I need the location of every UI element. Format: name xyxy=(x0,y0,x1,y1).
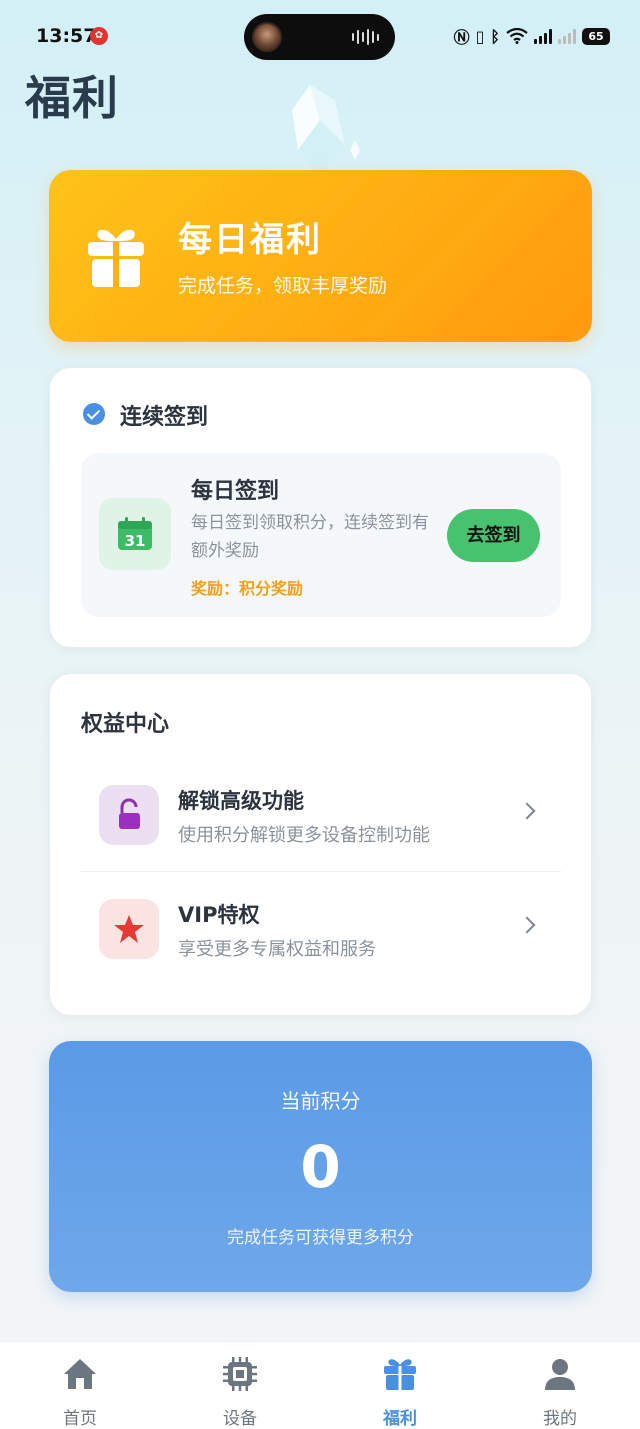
banner-subtitle: 完成任务，领取丰厚奖励 xyxy=(178,275,388,297)
checkin-section-title: 连续签到 xyxy=(120,405,209,430)
check-circle-icon xyxy=(83,403,105,425)
rights-section-title: 权益中心 xyxy=(81,712,170,737)
list-item-desc: 享受更多专属权益和服务 xyxy=(178,939,376,960)
dynamic-island[interactable] xyxy=(244,14,395,60)
nfc-icon: Ⓝ xyxy=(453,28,470,47)
page-title: 福利 xyxy=(25,71,119,125)
calendar-day: 31 xyxy=(125,532,146,550)
points-value: 0 xyxy=(300,1133,341,1201)
cellular-signal-2-icon xyxy=(558,28,576,44)
battery-indicator: 65 xyxy=(582,27,610,45)
list-item-desc: 使用积分解锁更多设备控制功能 xyxy=(178,825,430,846)
tab-label: 设备 xyxy=(223,1409,257,1429)
tab-devices[interactable]: 设备 xyxy=(160,1342,320,1429)
banner-title: 每日福利 xyxy=(178,220,322,260)
checkin-item-desc: 每日签到领取积分，连续签到有额外奖励 xyxy=(191,513,429,561)
lock-icon xyxy=(119,798,140,829)
chip-icon xyxy=(223,1357,257,1391)
list-item-vip[interactable]: VIP特权 享受更多专属权益和服务 xyxy=(81,872,561,986)
bluetooth-icon: ᛒ xyxy=(490,26,500,46)
status-time: 13:57 xyxy=(36,25,97,47)
star-icon xyxy=(114,915,144,943)
daily-checkin-item: 31 每日签到 每日签到领取积分，连续签到有额外奖励 奖励：积分奖励 去签到 xyxy=(81,453,561,617)
home-icon xyxy=(64,1359,96,1389)
tab-label: 首页 xyxy=(63,1409,97,1429)
calendar-icon-box: 31 xyxy=(99,498,171,570)
bottom-nav: 首页 设备 福利 我的 xyxy=(0,1341,640,1429)
tab-profile[interactable]: 我的 xyxy=(480,1342,640,1429)
notification-app-icon: ✿ xyxy=(90,27,108,45)
vibrate-icon: ▯ xyxy=(475,26,485,46)
status-icons: Ⓝ ▯ ᛒ 65 xyxy=(454,24,610,48)
checkin-card: 连续签到 31 每日签到 每日签到领取积分，连续签到有额外奖励 奖励：积分奖励 … xyxy=(49,367,592,648)
chevron-right-icon xyxy=(518,802,536,820)
lock-icon-box xyxy=(99,785,159,845)
list-item-unlock-features[interactable]: 解锁高级功能 使用积分解锁更多设备控制功能 xyxy=(81,758,561,872)
gift-icon xyxy=(384,1359,416,1390)
wifi-icon xyxy=(506,28,528,44)
checkin-button[interactable]: 去签到 xyxy=(447,509,540,562)
tab-home[interactable]: 首页 xyxy=(0,1342,160,1429)
list-item-title: 解锁高级功能 xyxy=(178,789,304,813)
cellular-signal-icon xyxy=(534,28,552,44)
tab-label: 福利 xyxy=(383,1409,417,1429)
list-item-title: VIP特权 xyxy=(178,903,260,927)
tab-label: 我的 xyxy=(543,1409,577,1429)
star-icon-box xyxy=(99,899,159,959)
points-card: 当前积分 0 完成任务可获得更多积分 xyxy=(49,1041,592,1292)
crystal-decoration-icon xyxy=(292,85,360,175)
calendar-icon: 31 xyxy=(118,517,152,550)
chevron-right-icon xyxy=(518,916,536,934)
gift-icon xyxy=(88,229,144,287)
checkin-reward: 奖励：积分奖励 xyxy=(191,579,304,598)
points-label: 当前积分 xyxy=(280,1089,361,1113)
tab-welfare[interactable]: 福利 xyxy=(320,1342,480,1429)
points-hint: 完成任务可获得更多积分 xyxy=(227,1228,414,1248)
user-icon xyxy=(545,1359,575,1390)
rights-center-card: 权益中心 解锁高级功能 使用积分解锁更多设备控制功能 VIP特权 享受更多专属权… xyxy=(49,673,592,1016)
avatar xyxy=(252,22,282,52)
checkin-item-title: 每日签到 xyxy=(191,479,280,504)
daily-bonus-banner[interactable]: 每日福利 完成任务，领取丰厚奖励 xyxy=(49,170,592,342)
audio-wave-icon xyxy=(352,29,379,45)
